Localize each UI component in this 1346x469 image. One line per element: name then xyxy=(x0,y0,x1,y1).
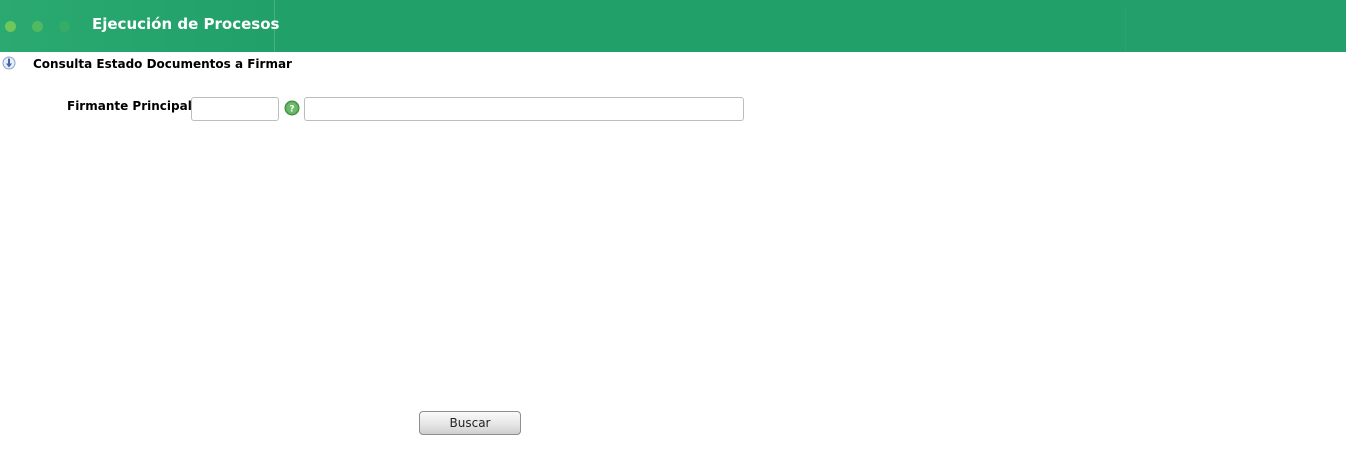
svg-text:?: ? xyxy=(289,105,294,115)
firmante-name-input[interactable] xyxy=(304,97,744,121)
firmante-principal-label: Firmante Principal: xyxy=(67,99,197,113)
header-right-panel xyxy=(1125,6,1346,52)
help-question-icon[interactable]: ? xyxy=(284,100,300,116)
firmante-code-input[interactable] xyxy=(191,97,279,121)
info-arrow-icon xyxy=(2,55,16,70)
header-dot-2 xyxy=(32,21,43,32)
header-dot-1 xyxy=(5,21,16,32)
header-title-area: Ejecución de Procesos xyxy=(0,0,279,52)
buscar-button[interactable]: Buscar xyxy=(419,411,521,435)
section-title: Consulta Estado Documentos a Firmar xyxy=(33,57,292,71)
header-dot-3 xyxy=(59,21,70,32)
page-title: Ejecución de Procesos xyxy=(92,15,280,33)
app-header: Ejecución de Procesos xyxy=(0,0,1346,52)
